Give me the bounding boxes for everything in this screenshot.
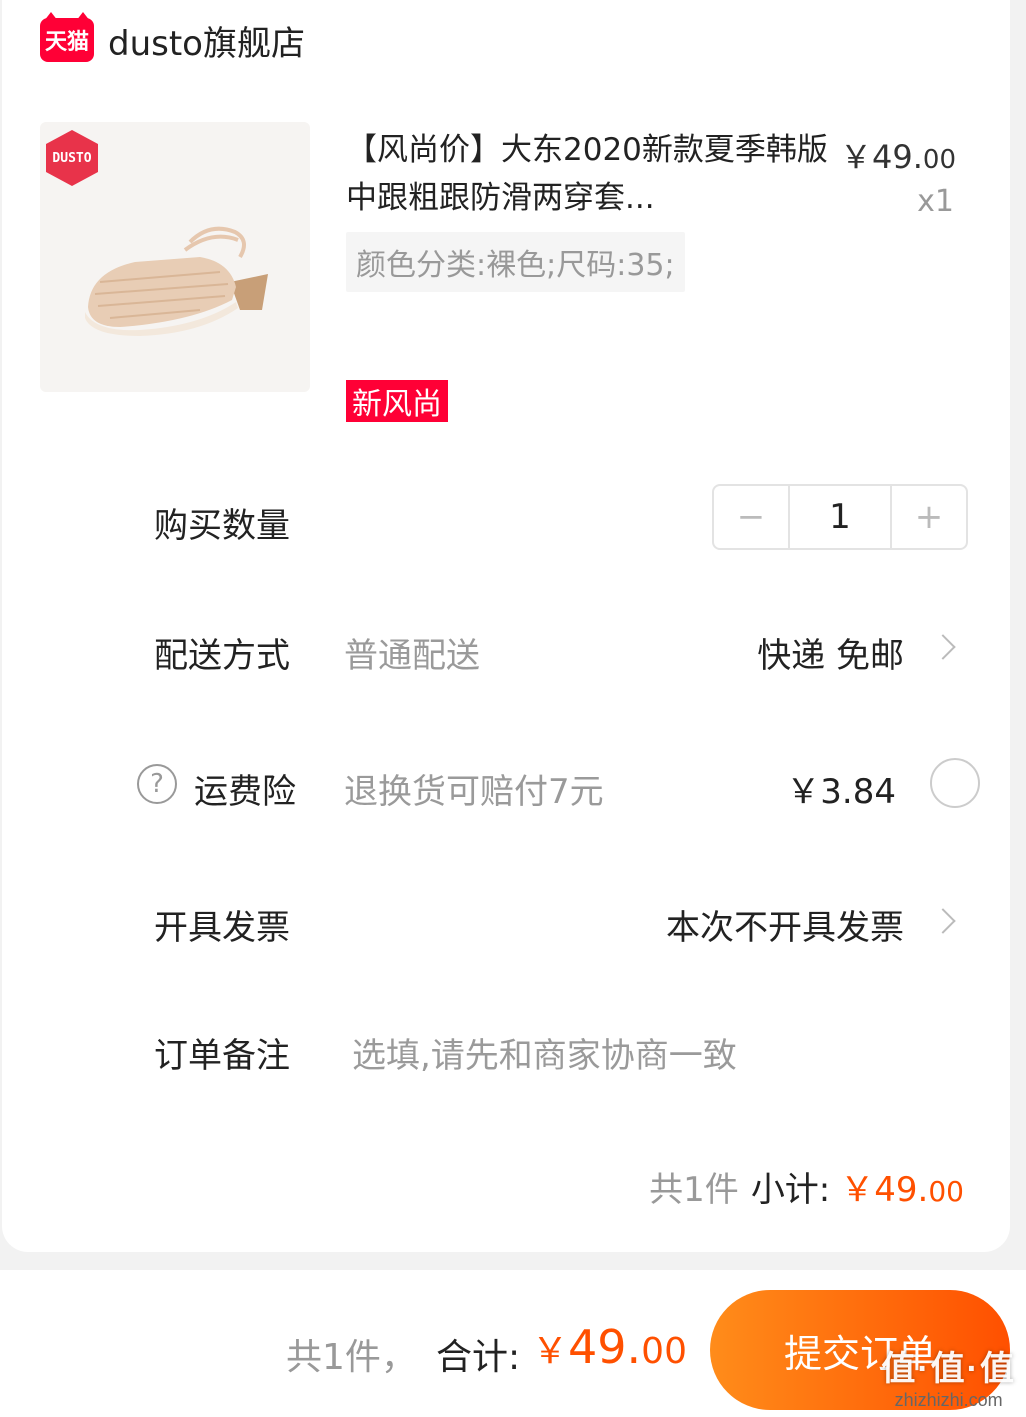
total-amount: ￥49.00: [532, 1320, 687, 1374]
total-amount-dec: 00: [641, 1331, 687, 1372]
insurance-desc: 退换货可赔付7元: [344, 772, 604, 812]
watermark: 值·值·值 zhizhizhi.com: [881, 1341, 1016, 1411]
subtotal-amount-int: ￥49.: [840, 1170, 929, 1210]
note-input[interactable]: 选填,请先和商家协商一致: [352, 1028, 737, 1077]
watermark-logo: 值·值·值: [881, 1350, 1016, 1388]
invoice-option[interactable]: 本次不开具发票: [666, 900, 904, 949]
product-quantity: x1: [917, 184, 954, 219]
tmall-logo-icon: 天猫: [40, 12, 94, 62]
subtotal-amount-dec: 00: [928, 1175, 964, 1208]
product-title[interactable]: 【风尚价】大东2020新款夏季韩版中跟粗跟防滑两穿套...: [346, 126, 836, 222]
product-price: ￥49.00: [840, 132, 956, 178]
product-price-dec: 00: [922, 145, 956, 175]
watermark-url: zhizhizhi.com: [894, 1390, 1003, 1410]
total-currency: ￥: [532, 1331, 569, 1372]
invoice-label: 开具发票: [154, 908, 290, 948]
delivery-option[interactable]: 快递 免邮: [757, 628, 904, 677]
store-name[interactable]: dusto旗舰店: [108, 16, 305, 65]
insurance-radio[interactable]: [930, 758, 980, 808]
total-amount-int: 49.: [568, 1320, 642, 1374]
quantity-stepper[interactable]: − 1 +: [712, 484, 968, 550]
question-icon[interactable]: ?: [137, 764, 177, 804]
total-label: 合计:: [436, 1337, 521, 1378]
quantity-value[interactable]: 1: [788, 486, 892, 548]
chevron-right-icon[interactable]: [930, 908, 956, 934]
note-label: 订单备注: [154, 1036, 290, 1076]
insurance-price: ￥3.84: [786, 772, 896, 812]
total-count: 共1件，: [286, 1337, 417, 1378]
increment-button[interactable]: +: [892, 486, 966, 548]
subtotal: 共1件 小计: ￥49.00: [649, 1162, 964, 1211]
quantity-label: 购买数量: [154, 506, 290, 546]
product-sku[interactable]: 颜色分类:裸色;尺码:35;: [346, 232, 685, 292]
order-card: 天猫 dusto旗舰店 DUSTO 【风尚价】大东2020新款夏季韩版中跟粗跟防…: [2, 0, 1010, 1252]
promo-tag: 新风尚: [346, 380, 448, 422]
chevron-right-icon[interactable]: [930, 634, 956, 660]
subtotal-amount: ￥49.00: [840, 1162, 964, 1211]
product-image[interactable]: DUSTO: [40, 122, 310, 392]
store-header[interactable]: 天猫 dusto旗舰店: [40, 12, 305, 66]
insurance-label: 运费险: [194, 772, 296, 812]
delivery-type: 普通配送: [344, 636, 480, 676]
delivery-label: 配送方式: [154, 636, 290, 676]
subtotal-label: 小计:: [750, 1170, 831, 1210]
subtotal-count: 共1件: [649, 1170, 739, 1210]
decrement-button[interactable]: −: [714, 486, 788, 548]
product-price-int: ￥49.: [840, 138, 923, 176]
